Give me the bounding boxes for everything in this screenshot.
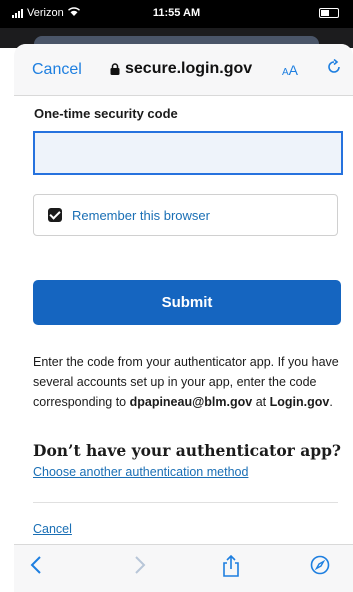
back-icon[interactable] xyxy=(30,555,42,581)
divider xyxy=(33,502,338,503)
cancel-link[interactable]: Cancel xyxy=(33,522,72,536)
help-text-part3: . xyxy=(329,395,333,409)
account-email: dpapineau@blm.gov xyxy=(129,395,253,409)
choose-another-method-link[interactable]: Choose another authentication method xyxy=(33,465,248,479)
help-text: Enter the code from your authenticator a… xyxy=(33,352,345,412)
remember-browser-label: Remember this browser xyxy=(72,207,210,223)
browser-cancel-button[interactable]: Cancel xyxy=(32,61,82,79)
text-size-large-a: A xyxy=(288,62,299,78)
text-size-button[interactable]: AA xyxy=(282,62,298,78)
browser-nav-bar: Cancel secure.login.gov AA xyxy=(14,44,353,96)
status-bar: Verizon 11:55 AM xyxy=(0,0,353,28)
text-size-small-a: A xyxy=(282,67,289,78)
lock-icon xyxy=(110,63,120,75)
battery-icon xyxy=(319,8,339,18)
remember-browser-option[interactable]: Remember this browser xyxy=(33,194,338,236)
code-field-label: One-time security code xyxy=(34,106,178,121)
url-display[interactable]: secure.login.gov xyxy=(110,60,252,78)
remember-browser-checkbox[interactable] xyxy=(48,208,62,222)
share-icon[interactable] xyxy=(222,554,240,583)
security-code-input[interactable] xyxy=(33,131,343,175)
domain-text: secure.login.gov xyxy=(125,60,253,77)
help-text-part2: at xyxy=(252,395,270,409)
alt-method-heading: Don’t have your authenticator app? xyxy=(33,441,342,460)
site-name: Login.gov xyxy=(269,395,330,409)
compass-icon[interactable] xyxy=(310,555,330,581)
browser-sheet: Cancel secure.login.gov AA One-time secu… xyxy=(14,44,353,592)
submit-button[interactable]: Submit xyxy=(33,280,341,325)
forward-icon[interactable] xyxy=(134,555,146,581)
browser-toolbar xyxy=(14,544,353,592)
reload-icon[interactable] xyxy=(326,58,342,80)
status-time: 11:55 AM xyxy=(152,7,201,19)
